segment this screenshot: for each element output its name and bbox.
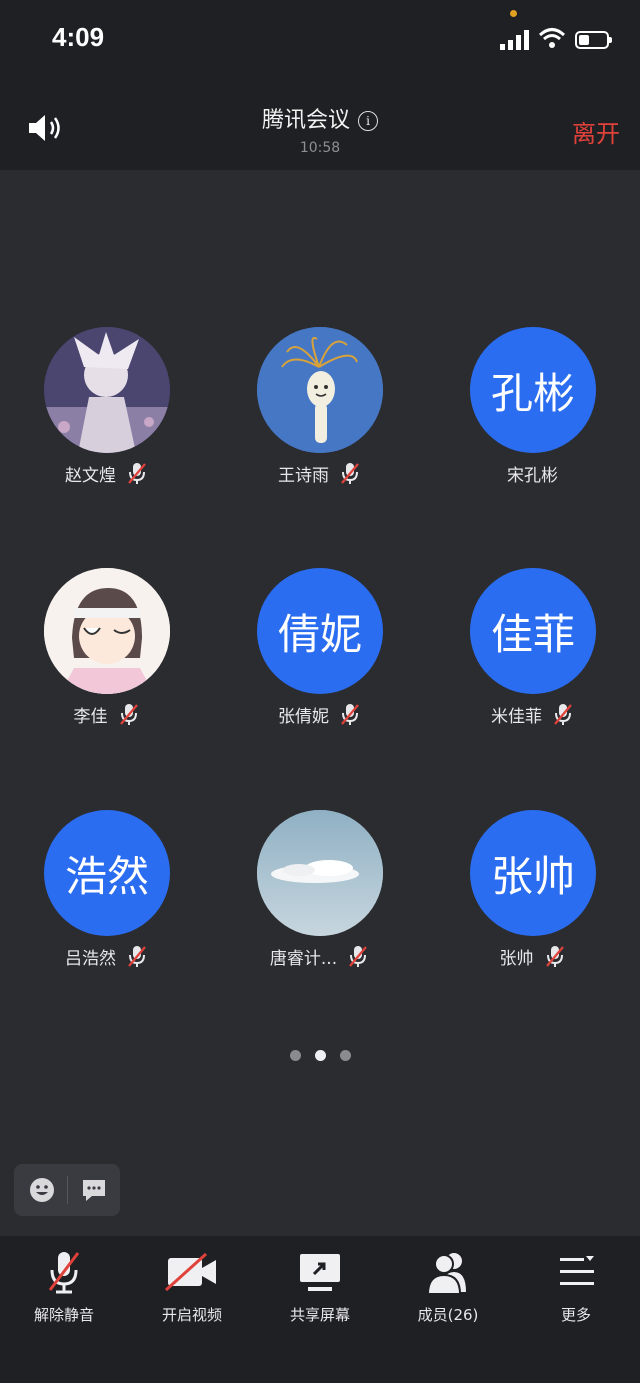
share-screen-button[interactable]: 共享屏幕	[256, 1236, 384, 1346]
start-video-button[interactable]: 开启视频	[128, 1236, 256, 1346]
participant-name: 王诗雨	[278, 466, 329, 486]
quick-actions	[14, 1164, 120, 1216]
avatar	[44, 327, 170, 453]
participant-name-row: 赵文煌	[0, 461, 213, 486]
leave-button[interactable]: 离开	[572, 114, 620, 149]
page-indicator[interactable]	[0, 1046, 640, 1065]
members-button[interactable]: 成员(26)	[384, 1236, 512, 1346]
share-screen-icon	[300, 1254, 340, 1291]
participant-name: 宋孔彬	[507, 466, 558, 486]
participant-name: 米佳菲	[491, 707, 542, 727]
avatar: 张帅	[470, 810, 596, 936]
participant-tile[interactable]: 赵文煌	[0, 327, 213, 507]
mic-muted-icon	[545, 946, 564, 967]
divider	[67, 1176, 68, 1204]
participant-name: 吕浩然	[65, 949, 116, 969]
participant-tile[interactable]: 王诗雨	[213, 327, 426, 507]
participant-tile[interactable]: 唐睿计...	[213, 810, 426, 990]
participant-name: 张倩妮	[278, 707, 329, 727]
mic-muted-icon	[128, 463, 146, 484]
avatar: 孔彬	[470, 327, 596, 453]
participant-name: 唐睿计...	[269, 949, 338, 969]
meeting-duration: 10:58	[299, 140, 341, 156]
mic-muted-icon	[341, 704, 359, 725]
mic-muted-icon	[554, 704, 572, 725]
page-dot[interactable]	[339, 1050, 351, 1061]
participant-name-row: 张帅	[426, 944, 639, 969]
emoji-icon[interactable]	[28, 1176, 56, 1204]
bottom-toolbar: 解除静音 开启视频 共享屏幕 成员(26) 更多	[0, 1236, 640, 1383]
participant-name-row: 王诗雨	[213, 461, 426, 486]
participant-name: 张帅	[499, 949, 534, 969]
meeting-header: 腾讯会议 i 10:58 离开	[0, 80, 640, 170]
mic-off-icon	[48, 1252, 80, 1294]
participant-tile[interactable]: 浩然 吕浩然	[0, 810, 213, 990]
avatar	[44, 568, 170, 694]
share-screen-label: 共享屏幕	[289, 1306, 350, 1324]
battery-icon	[575, 31, 612, 49]
members-icon	[426, 1253, 466, 1294]
participant-name-row: 宋孔彬	[426, 461, 639, 486]
start-video-label: 开启视频	[161, 1306, 222, 1324]
members-label: 成员(26)	[417, 1306, 479, 1324]
mic-muted-icon	[341, 463, 359, 484]
mic-muted-icon	[128, 946, 146, 967]
avatar: 浩然	[44, 810, 170, 936]
chat-icon[interactable]	[80, 1176, 108, 1204]
mic-muted-icon	[349, 946, 367, 967]
participant-tile[interactable]: 佳菲 米佳菲	[426, 568, 639, 748]
participant-name-row: 吕浩然	[0, 944, 213, 969]
more-menu-icon	[560, 1256, 594, 1285]
participant-tile[interactable]: 李佳	[0, 568, 213, 748]
participant-name-row: 唐睿计...	[213, 944, 426, 969]
participant-tile[interactable]: 孔彬 宋孔彬	[426, 327, 639, 507]
avatar: 倩妮	[257, 568, 383, 694]
camera-off-icon	[164, 1252, 216, 1292]
status-bar: 4:09	[0, 0, 640, 80]
info-icon[interactable]: i	[358, 111, 378, 131]
participant-name-row: 米佳菲	[426, 702, 639, 727]
more-label: 更多	[560, 1306, 591, 1324]
avatar	[257, 810, 383, 936]
avatar: 佳菲	[470, 568, 596, 694]
mic-muted-icon	[119, 704, 138, 725]
meeting-title[interactable]: 腾讯会议 i	[0, 102, 640, 134]
meeting-title-text: 腾讯会议	[261, 108, 350, 133]
participant-tile[interactable]: 倩妮 张倩妮	[213, 568, 426, 748]
participant-name: 李佳	[73, 707, 108, 727]
camera-indicator-icon	[510, 10, 517, 17]
page-dot-active[interactable]	[314, 1050, 326, 1061]
avatar	[257, 327, 383, 453]
participant-name-row: 李佳	[0, 702, 213, 727]
status-time: 4:09	[52, 22, 105, 52]
unmute-button[interactable]: 解除静音	[0, 1236, 128, 1346]
participant-name-row: 张倩妮	[213, 702, 426, 727]
participant-tile[interactable]: 张帅 张帅	[426, 810, 639, 990]
signal-icon	[500, 30, 529, 50]
page-dot[interactable]	[289, 1050, 301, 1061]
wifi-icon	[538, 28, 566, 48]
unmute-label: 解除静音	[33, 1306, 94, 1324]
participant-name: 赵文煌	[65, 466, 116, 486]
more-button[interactable]: 更多	[512, 1236, 640, 1346]
